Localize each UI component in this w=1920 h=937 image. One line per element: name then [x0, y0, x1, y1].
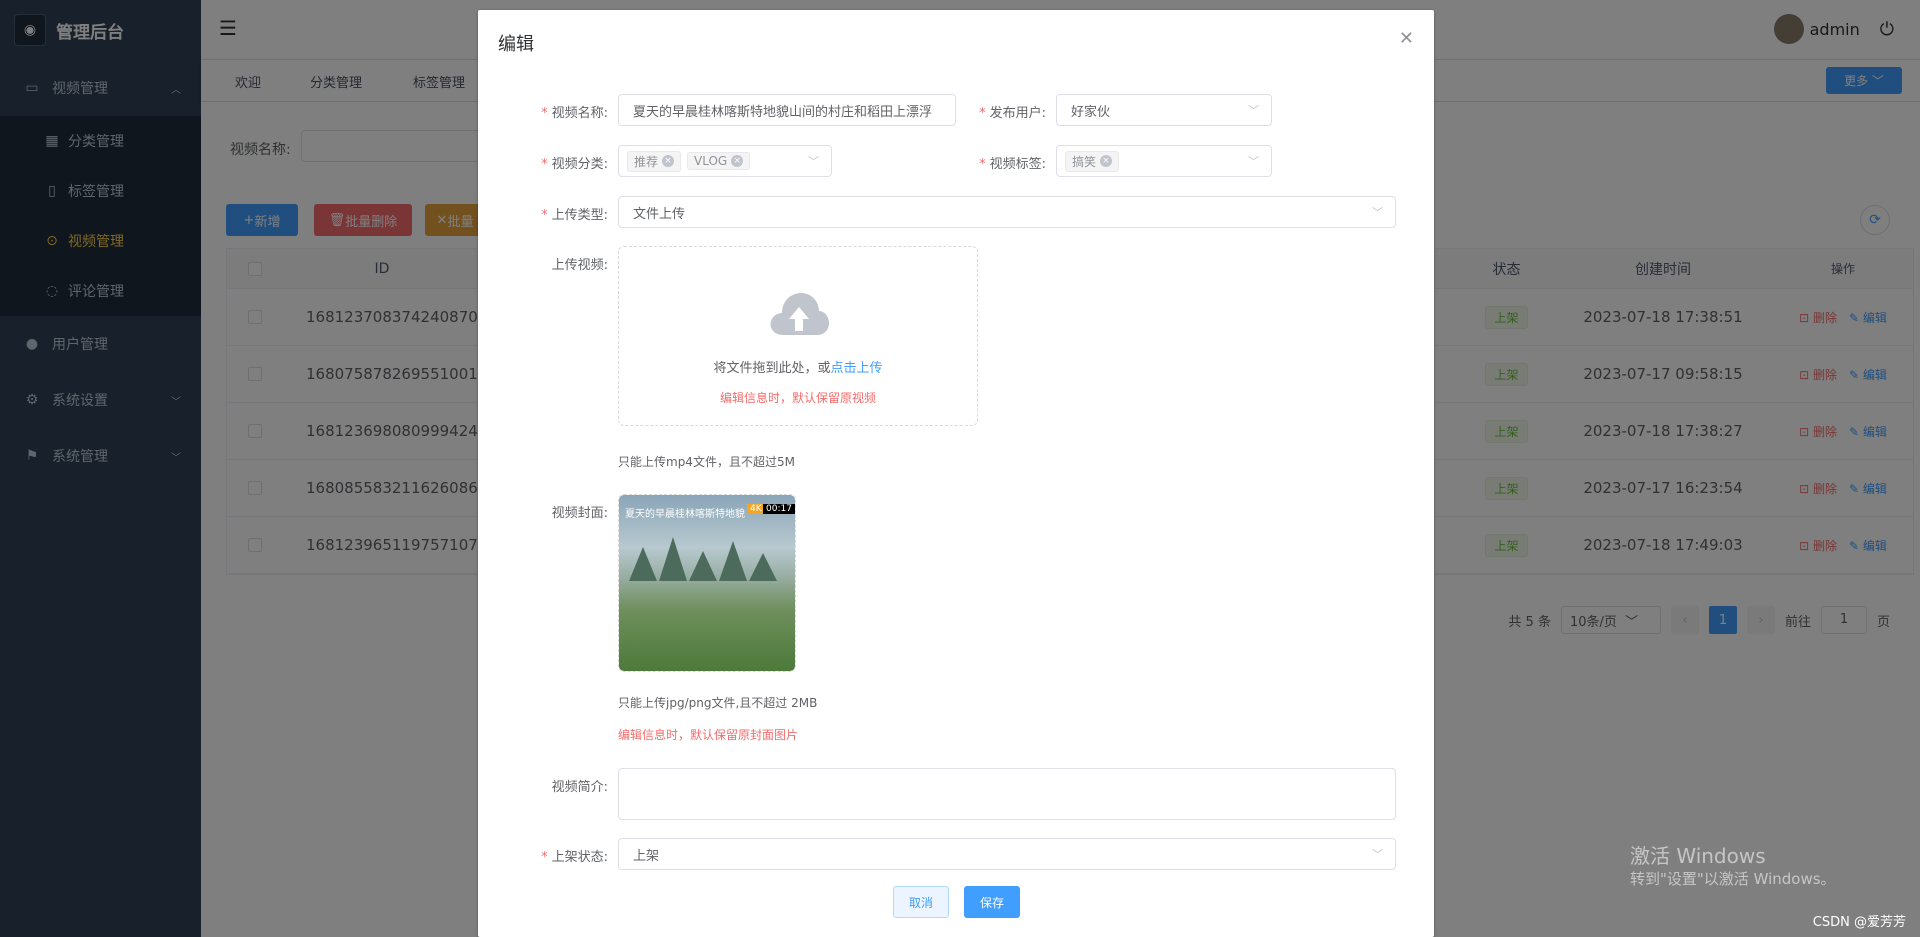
chevron-down-icon: ﹀ — [1372, 848, 1383, 861]
csdn-watermark: CSDN @爱芳芳 — [1812, 915, 1906, 930]
category-select[interactable]: 推荐 × VLOG × ﹀ — [618, 145, 832, 177]
cover-title: 夏天的早晨桂林喀斯特地貌山间的村... — [625, 509, 745, 520]
user-value: 好家伙 — [1071, 104, 1111, 120]
windows-watermark: 激活 Windows — [1630, 844, 1766, 868]
cover-upload[interactable]: 夏天的早晨桂林喀斯特地貌山间的村... 4K 00:17 — [618, 494, 796, 672]
chip-close-icon[interactable]: × — [662, 155, 675, 167]
upload-type-label-text: 上传类型: — [551, 208, 608, 223]
upload-type-value: 文件上传 — [633, 206, 686, 222]
cancel-button[interactable]: 取消 — [893, 886, 949, 918]
status-select[interactable]: 上架 ﹀ — [618, 838, 1396, 870]
save-button[interactable]: 保存 — [964, 886, 1020, 918]
chevron-down-icon: ﹀ — [1372, 206, 1383, 219]
name-label: * 视频名称: — [541, 106, 608, 121]
dialog-title: 编辑 — [498, 34, 534, 55]
chevron-down-icon: ﹀ — [1248, 155, 1259, 168]
status-value: 上架 — [633, 848, 660, 864]
chip-label: 搞笑 — [1072, 154, 1097, 169]
upload-link[interactable]: 点击上传 — [831, 361, 883, 376]
category-label-text: 视频分类: — [551, 157, 608, 172]
chip-label: VLOG — [694, 154, 728, 168]
tag-chip: 搞笑 × — [1065, 150, 1120, 172]
upload-video-label: 上传视频: — [551, 258, 608, 273]
cover-warning: 编辑信息时，默认保留原封面图片 — [618, 728, 799, 742]
chip-close-icon[interactable]: × — [1100, 155, 1113, 167]
user-select[interactable]: 好家伙 ﹀ — [1056, 94, 1272, 126]
chip-close-icon[interactable]: × — [731, 155, 744, 167]
upload-type-select[interactable]: 文件上传 ﹀ — [618, 196, 1396, 228]
category-chip: 推荐 × — [627, 150, 682, 172]
desc-label: 视频简介: — [551, 780, 608, 795]
close-icon[interactable]: ✕ — [1399, 28, 1414, 49]
status-label: * 上架状态: — [541, 850, 608, 865]
cover-4k-badge: 4K — [747, 504, 765, 514]
user-label: * 发布用户: — [979, 106, 1046, 121]
description-textarea[interactable] — [618, 768, 1396, 820]
upload-text: 将文件拖到此处，或 — [713, 361, 831, 376]
upload-type-label: * 上传类型: — [541, 208, 608, 223]
cover-label: 视频封面: — [551, 506, 608, 521]
user-label-text: 发布用户: — [989, 106, 1046, 121]
upload-cloud-icon — [770, 293, 829, 335]
chip-label: 推荐 — [634, 154, 659, 169]
cover-duration: 00:17 — [763, 504, 795, 514]
tag-label-text: 视频标签: — [989, 157, 1046, 172]
cover-tip: 只能上传jpg/png文件,且不超过 2MB — [618, 696, 818, 710]
video-upload-dropzone[interactable]: 将文件拖到此处，或点击上传 编辑信息时，默认保留原视频 — [618, 246, 978, 426]
video-tip: 只能上传mp4文件，且不超过5M — [618, 455, 795, 469]
edit-dialog: 编辑 ✕ * 视频名称: 夏天的早晨桂林喀斯特地貌山间的村庄和稻田上漂浮 * 发布用… — [478, 10, 1434, 937]
cover-image: 夏天的早晨桂林喀斯特地貌山间的村... 4K 00:17 — [619, 495, 795, 671]
category-label: * 视频分类: — [541, 157, 608, 172]
status-label-text: 上架状态: — [551, 850, 608, 865]
tag-select[interactable]: 搞笑 × ﹀ — [1056, 145, 1272, 177]
upload-warning: 编辑信息时，默认保留原视频 — [719, 391, 876, 405]
category-chip: VLOG × — [687, 152, 751, 170]
chevron-down-icon: ﹀ — [1248, 104, 1259, 117]
chevron-down-icon: ﹀ — [808, 155, 819, 168]
video-name-value: 夏天的早晨桂林喀斯特地貌山间的村庄和稻田上漂浮 — [633, 104, 933, 120]
tag-label: * 视频标签: — [979, 157, 1046, 172]
video-name-input[interactable]: 夏天的早晨桂林喀斯特地貌山间的村庄和稻田上漂浮 — [618, 94, 956, 126]
upload-hint: 将文件拖到此处，或点击上传 — [619, 357, 977, 376]
windows-watermark-sub: 转到"设置"以激活 Windows。 — [1630, 870, 1836, 888]
name-label-text: 视频名称: — [551, 106, 608, 121]
